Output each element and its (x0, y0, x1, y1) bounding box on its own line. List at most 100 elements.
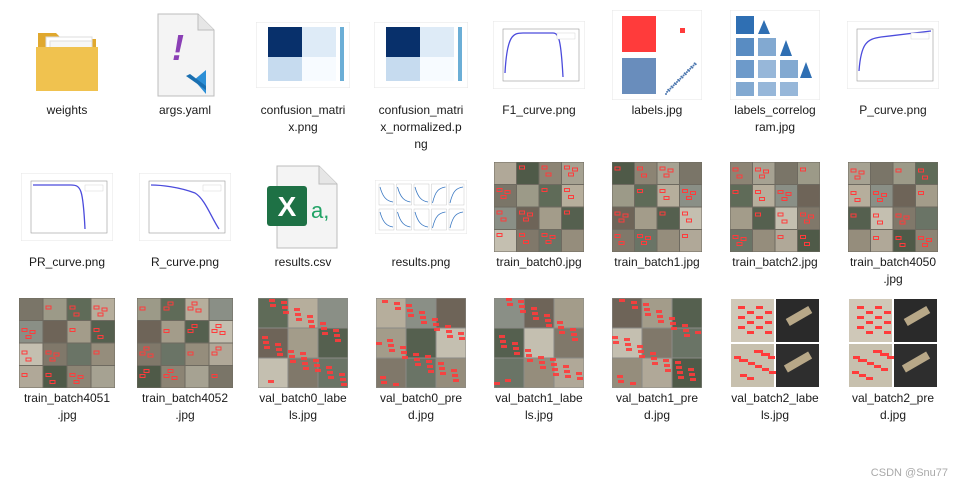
svg-text:!: ! (172, 27, 184, 68)
file-item[interactable]: val_batch2_pre d.jpg (834, 292, 952, 442)
excel-file-icon: Xa, (253, 162, 353, 252)
file-name: R_curve.png (130, 254, 240, 271)
file-item[interactable]: train_batch4052 .jpg (126, 292, 244, 442)
file-item[interactable]: ! args.yaml (126, 4, 244, 154)
file-item[interactable]: P_curve.png (834, 4, 952, 154)
yaml-file-icon: ! (135, 10, 235, 100)
file-item[interactable]: val_batch2_labe ls.jpg (716, 292, 834, 442)
file-name: PR_curve.png (12, 254, 122, 271)
file-name: weights (12, 102, 122, 119)
image-thumbnail (607, 162, 707, 252)
image-thumbnail (135, 298, 235, 388)
file-name-line: R_curve.png (150, 255, 220, 269)
image-thumbnail (843, 298, 943, 388)
labels-thumbnail (607, 10, 707, 100)
file-item[interactable]: val_batch1_pre d.jpg (598, 292, 716, 442)
file-name-line: d.jpg (879, 408, 907, 422)
file-name-line: ram.jpg (754, 120, 795, 134)
file-name-line: val_batch1_labe (495, 391, 583, 405)
file-name-line: confusion_matri (260, 103, 346, 117)
file-name: val_batch2_pre d.jpg (838, 390, 948, 424)
file-name-line: train_batch4051 (23, 391, 111, 405)
file-item[interactable]: train_batch0.jpg (480, 156, 598, 306)
plot-thumbnail (135, 162, 235, 252)
file-name-line: .jpg (175, 408, 195, 422)
plot-thumbnail (843, 10, 943, 100)
image-thumbnail (843, 162, 943, 252)
file-name-line: val_batch1_pre (615, 391, 699, 405)
file-name: args.yaml (130, 102, 240, 119)
file-name-line: results.csv (274, 255, 332, 269)
file-item[interactable]: PR_curve.png (8, 156, 126, 306)
results-thumbnail (371, 162, 471, 252)
image-thumbnail (725, 298, 825, 388)
file-item[interactable]: results.png (362, 156, 480, 306)
file-name-line: train_batch1.jpg (614, 255, 700, 269)
file-item[interactable]: Xa, results.csv (244, 156, 362, 306)
file-name: confusion_matri x.png (248, 102, 358, 136)
watermark: CSDN @Snu77 (870, 467, 948, 479)
file-item[interactable]: val_batch1_labe ls.jpg (480, 292, 598, 442)
image-thumbnail (371, 298, 471, 388)
file-name-line: ng (414, 137, 428, 151)
file-name: labels_correlog ram.jpg (720, 102, 830, 136)
file-item[interactable]: train_batch2.jpg (716, 156, 834, 306)
plot-thumbnail (489, 10, 589, 100)
file-item[interactable]: labels_correlog ram.jpg (716, 4, 834, 154)
file-name: val_batch0_pre d.jpg (366, 390, 476, 424)
file-name: results.csv (248, 254, 358, 271)
file-name-line: x.png (288, 120, 318, 134)
image-thumbnail (253, 298, 353, 388)
image-thumbnail (489, 162, 589, 252)
file-name-line: P_curve.png (859, 103, 927, 117)
plot-thumbnail (17, 162, 117, 252)
file-name: val_batch1_pre d.jpg (602, 390, 712, 424)
file-item[interactable]: val_batch0_pre d.jpg (362, 292, 480, 442)
file-name-line: val_batch2_labe (731, 391, 819, 405)
file-name-line: F1_curve.png (502, 103, 576, 117)
file-name: results.png (366, 254, 476, 271)
file-name-line: val_batch2_pre (851, 391, 935, 405)
matrix-thumbnail (371, 10, 471, 100)
file-name: confusion_matri x_normalized.png (366, 102, 476, 153)
file-item[interactable]: weights (8, 4, 126, 154)
file-name: P_curve.png (838, 102, 948, 119)
image-thumbnail (17, 298, 117, 388)
file-name: labels.jpg (602, 102, 712, 119)
svg-text:X: X (278, 191, 297, 222)
file-item[interactable]: confusion_matri x.png (244, 4, 362, 154)
file-name: train_batch4052 .jpg (130, 390, 240, 424)
matrix-thumbnail (253, 10, 353, 100)
file-item[interactable]: train_batch4051 .jpg (8, 292, 126, 442)
file-name: train_batch0.jpg (484, 254, 594, 271)
file-name: val_batch0_labe ls.jpg (248, 390, 358, 424)
file-name: val_batch2_labe ls.jpg (720, 390, 830, 424)
file-item[interactable]: val_batch0_labe ls.jpg (244, 292, 362, 442)
svg-text:a,: a, (311, 198, 329, 223)
file-name-line: d.jpg (407, 408, 435, 422)
file-name-line: .jpg (883, 272, 903, 286)
file-name-line: weights (46, 103, 88, 117)
file-name: train_batch1.jpg (602, 254, 712, 271)
file-item[interactable]: train_batch4050 .jpg (834, 156, 952, 306)
file-name-line: train_batch4052 (141, 391, 229, 405)
file-name: train_batch2.jpg (720, 254, 830, 271)
file-name-line: confusion_matri (378, 103, 464, 117)
file-name-line: ls.jpg (288, 408, 317, 422)
file-name-line: val_batch0_pre (379, 391, 463, 405)
file-item[interactable]: labels.jpg (598, 4, 716, 154)
file-name-line: results.png (391, 255, 451, 269)
file-name-line: train_batch0.jpg (496, 255, 582, 269)
file-item[interactable]: R_curve.png (126, 156, 244, 306)
file-name: F1_curve.png (484, 102, 594, 119)
image-thumbnail (725, 162, 825, 252)
image-thumbnail (489, 298, 589, 388)
file-name: train_batch4051 .jpg (12, 390, 122, 424)
file-item[interactable]: train_batch1.jpg (598, 156, 716, 306)
file-name-line: x_normalized.p (380, 120, 462, 134)
file-name-line: .jpg (57, 408, 77, 422)
file-item[interactable]: F1_curve.png (480, 4, 598, 154)
file-name-line: args.yaml (158, 103, 211, 117)
file-grid: weights! args.yaml confusion_matri x.png con… (0, 0, 962, 487)
file-item[interactable]: confusion_matri x_normalized.png (362, 4, 480, 154)
